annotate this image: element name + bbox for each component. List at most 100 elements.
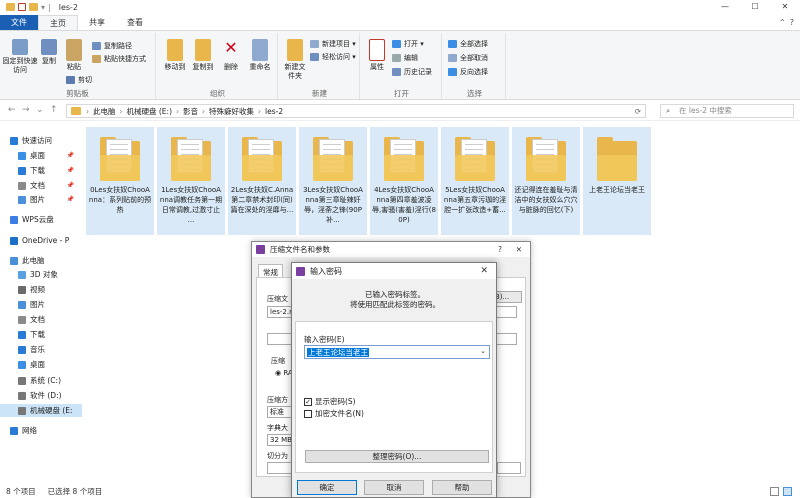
- invert-selection-button[interactable]: 反向选择: [448, 67, 488, 77]
- sidebar-item-label: WPS云盘: [22, 215, 54, 224]
- move-to-button[interactable]: 移动到: [162, 39, 188, 72]
- back-icon[interactable]: ←: [8, 105, 16, 115]
- sidebar-item-drive-c[interactable]: 系统 (C:): [0, 374, 82, 387]
- paste-button[interactable]: 粘贴: [62, 39, 86, 72]
- split-field[interactable]: [267, 462, 293, 474]
- refresh-icon[interactable]: ⟳: [635, 107, 645, 116]
- sidebar-item-label: 桌面: [30, 151, 45, 160]
- maximize-button[interactable]: ☐: [740, 0, 770, 14]
- sidebar-item-onedrive[interactable]: OneDrive - P: [0, 234, 82, 247]
- dict-field[interactable]: 32 MB: [267, 434, 293, 446]
- copy-path-button[interactable]: 复制路径: [92, 41, 132, 51]
- folder-item[interactable]: 3Les女扶奴ChooAnna第三章耻辣奸辱，淫荼之锋(90P 补...: [299, 127, 367, 235]
- sidebar-item-pictures[interactable]: 图片 📌: [0, 193, 82, 206]
- properties-icon[interactable]: [18, 3, 26, 11]
- breadcrumb-drive-e[interactable]: 机械硬盘 (E:): [123, 106, 177, 117]
- show-password-checkbox[interactable]: ✓ 显示密码(S): [304, 396, 356, 407]
- select-all-button[interactable]: 全部选择: [448, 39, 488, 49]
- password-info: 已输入密码标签。 将使用匹配此标签的密码。: [292, 290, 498, 310]
- new-item-button[interactable]: 新建项目 ▾: [310, 39, 356, 49]
- history-button[interactable]: 历史记录: [392, 67, 432, 77]
- organize-passwords-button[interactable]: 整理密码(O)...: [305, 450, 489, 463]
- compress-help-button[interactable]: ?: [498, 245, 502, 254]
- password-input[interactable]: 上老王论坛当老王 ⌄: [304, 345, 490, 359]
- method-field[interactable]: 标准: [267, 406, 293, 418]
- folder-item[interactable]: 还记得连在羞耻与清洁中的女扶奴么穴穴与脏脉的回忆(下): [512, 127, 580, 235]
- ok-button[interactable]: 确定: [297, 480, 357, 495]
- cut-button[interactable]: 剪切: [66, 75, 92, 85]
- sidebar-item-desktop[interactable]: 桌面 📌: [0, 149, 82, 162]
- breadcrumb-current[interactable]: les-2: [261, 107, 287, 116]
- new-folder-button[interactable]: 新建文件夹: [282, 39, 308, 81]
- pin-icon[interactable]: 📌: [67, 196, 74, 203]
- details-view-icon[interactable]: [770, 486, 779, 496]
- dropdown-icon[interactable]: ▾: [41, 3, 45, 12]
- open-button[interactable]: 打开 ▾: [392, 39, 424, 49]
- sidebar-item-network[interactable]: 网络: [0, 424, 82, 437]
- properties-button[interactable]: 属性: [366, 39, 388, 72]
- folder-item[interactable]: 1Les女扶奴ChooAnna调教任务第一期 日常调教,过激寸止 ...: [157, 127, 225, 235]
- sidebar-item-videos[interactable]: 视频: [0, 283, 82, 296]
- tab-share[interactable]: 共享: [78, 15, 116, 30]
- sidebar-item-downloads[interactable]: 下载 📌: [0, 164, 82, 177]
- path-box[interactable]: › 此电脑 › 机械硬盘 (E:) › 影音 › 特殊癖好收集 › les-2 …: [66, 104, 646, 118]
- tab-home[interactable]: 主页: [38, 15, 78, 30]
- password-dialog: 输入密码 ✕ 已输入密码标签。 将使用匹配此标签的密码。 输入密码(E) 上老王…: [291, 262, 497, 498]
- pin-icon[interactable]: 📌: [67, 167, 74, 174]
- sidebar-item-wps-cloud[interactable]: WPS云盘: [0, 213, 82, 226]
- minimize-button[interactable]: —: [710, 0, 740, 14]
- scissors-icon: [66, 76, 75, 84]
- recent-dropdown-icon[interactable]: ⌄: [36, 105, 44, 115]
- select-none-button[interactable]: 全部取消: [448, 53, 488, 63]
- folder-item[interactable]: 2Les女扶奴C.Anna第二章禁术封印(同)篇在深处的淫靡与...: [228, 127, 296, 235]
- close-button[interactable]: ✕: [770, 0, 800, 14]
- pin-quick-access-button[interactable]: 固定到快速访问: [2, 39, 38, 75]
- up-icon[interactable]: ↑: [50, 105, 58, 115]
- search-input[interactable]: ⌕ 在 les-2 中搜索: [660, 104, 794, 118]
- sidebar-item-downloads[interactable]: 下载: [0, 328, 82, 341]
- easy-access-button[interactable]: 轻松访问 ▾: [310, 52, 356, 62]
- cancel-button[interactable]: 取消: [364, 480, 424, 495]
- sidebar-item-pictures[interactable]: 图片: [0, 298, 82, 311]
- delete-button[interactable]: ✕ 删除: [220, 39, 242, 72]
- pin-icon[interactable]: 📌: [67, 152, 74, 159]
- breadcrumb-media[interactable]: 影音: [179, 106, 202, 117]
- paste-shortcut-button[interactable]: 粘贴快捷方式: [92, 54, 146, 64]
- invert-selection-icon: [448, 68, 457, 76]
- folder-item[interactable]: 0Les女扶奴ChooAnna：系列贴前的预热: [86, 127, 154, 235]
- encrypt-names-checkbox[interactable]: 加密文件名(N): [304, 408, 364, 419]
- sidebar-item-3d-objects[interactable]: 3D 对象: [0, 268, 82, 281]
- sidebar-item-drive-d[interactable]: 软件 (D:): [0, 389, 82, 402]
- edit-button[interactable]: 编辑: [392, 53, 418, 63]
- folder-item[interactable]: 4Les女扶奴ChooAnna第四章羞波凌辱,害骚(害羞)淫行(80P): [370, 127, 438, 235]
- copy-to-button[interactable]: 复制到: [190, 39, 216, 72]
- view-switcher: [770, 486, 800, 496]
- folder-name: 1Les女扶奴ChooAnna调教任务第一期 日常调教,过激寸止 ...: [159, 186, 223, 224]
- sidebar-item-quick-access[interactable]: 快速访问: [0, 134, 82, 147]
- sidebar-item-music[interactable]: 音乐: [0, 343, 82, 356]
- help-button[interactable]: 帮助: [432, 480, 492, 495]
- large-icons-view-icon[interactable]: [783, 486, 792, 496]
- collapse-ribbon-icon[interactable]: ⌃: [779, 18, 786, 27]
- sidebar-item-documents[interactable]: 文档: [0, 313, 82, 326]
- pin-icon[interactable]: 📌: [67, 182, 74, 189]
- compress-close-button[interactable]: ✕: [516, 245, 522, 254]
- forward-icon[interactable]: →: [22, 105, 30, 115]
- chevron-down-icon[interactable]: ⌄: [480, 347, 486, 355]
- folder-item[interactable]: 上老王论坛当老王: [583, 127, 651, 235]
- password-close-button[interactable]: ✕: [480, 266, 488, 276]
- folder-item[interactable]: 5Les女扶奴ChooAnna第五章污珈的淫腔一扩张改造+蓄...: [441, 127, 509, 235]
- sidebar-item-desktop[interactable]: 桌面: [0, 358, 82, 371]
- help-icon[interactable]: ?: [790, 18, 794, 27]
- new-folder-icon[interactable]: [29, 3, 38, 11]
- tab-file[interactable]: 文件: [0, 15, 38, 30]
- breadcrumb-collection[interactable]: 特殊癖好收集: [205, 106, 258, 117]
- breadcrumb-this-pc[interactable]: 此电脑: [89, 106, 120, 117]
- rename-button[interactable]: 重命名: [246, 39, 274, 72]
- copy-button[interactable]: 复制: [38, 39, 60, 66]
- sidebar-item-drive-e[interactable]: 机械硬盘 (E:: [0, 404, 82, 417]
- sidebar-item-documents[interactable]: 文档 📌: [0, 179, 82, 192]
- tab-view[interactable]: 查看: [116, 15, 154, 30]
- split-unit-field[interactable]: [497, 462, 521, 474]
- sidebar-item-this-pc[interactable]: 此电脑: [0, 254, 82, 267]
